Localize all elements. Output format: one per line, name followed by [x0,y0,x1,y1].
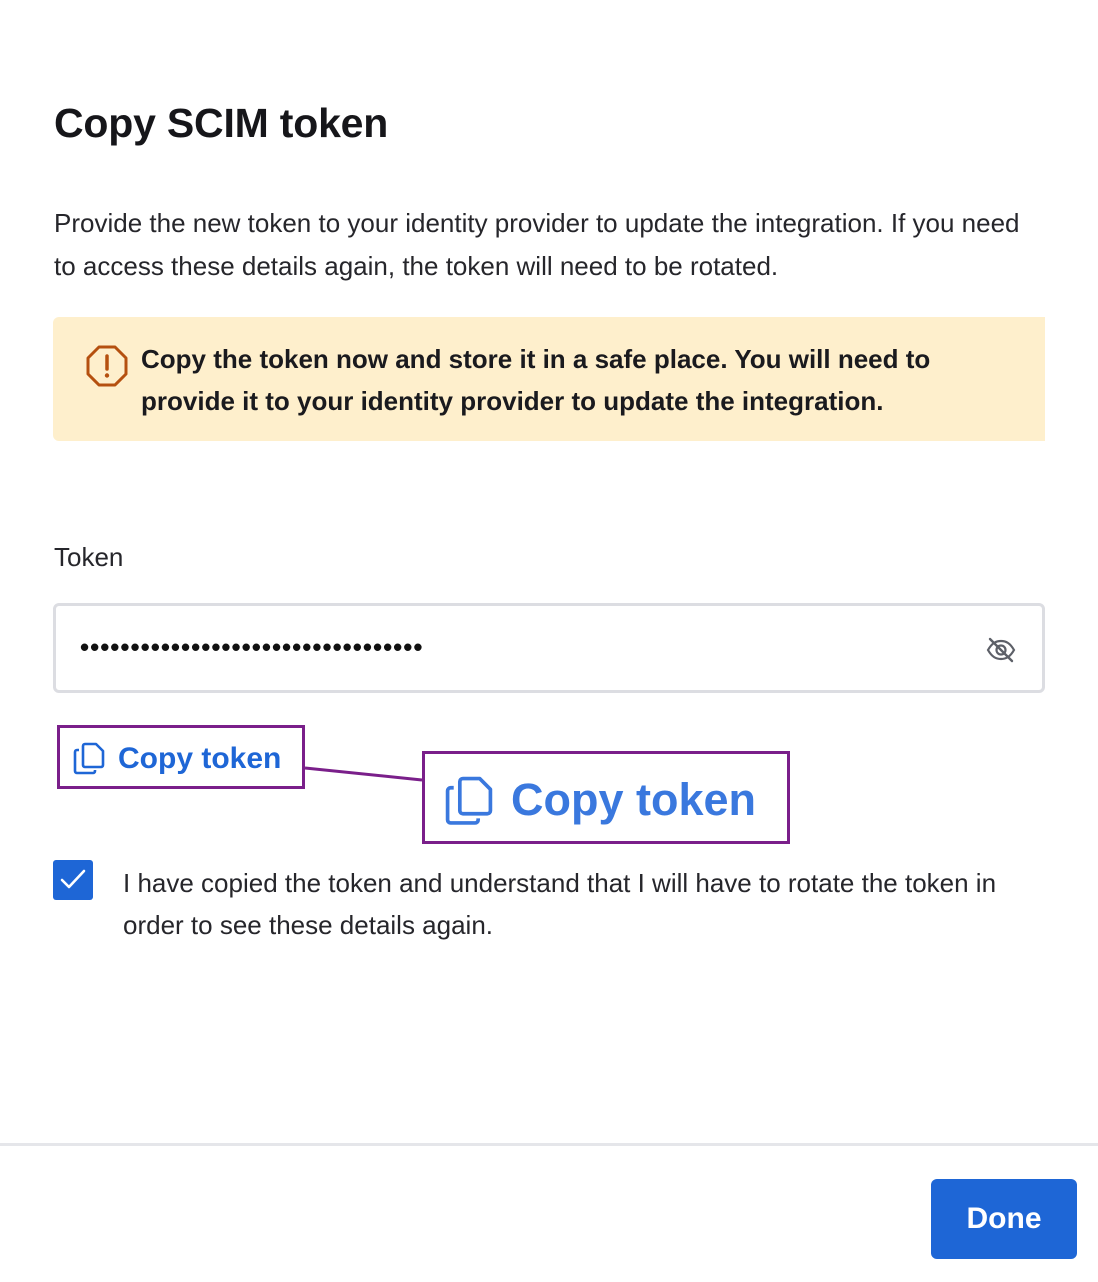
copy-scim-token-dialog: Copy SCIM token Provide the new token to… [0,0,1098,1282]
token-field-label: Token [54,542,124,572]
warning-banner: Copy the token now and store it in a saf… [53,317,1045,441]
callout-label: Copy token [511,774,757,825]
warning-text: Copy the token now and store it in a saf… [141,344,931,416]
acknowledge-label[interactable]: I have copied the token and understand t… [123,862,1023,946]
checkmark-icon [60,869,86,889]
copy-token-callout: Copy token [422,751,790,844]
copy-token-button[interactable]: Copy token [57,725,305,789]
token-masked-value: •••••••••••••••••••••••••••••••••• [80,632,424,662]
done-button[interactable]: Done [931,1179,1077,1259]
dialog-title: Copy SCIM token [54,100,389,146]
footer-divider [0,1143,1098,1146]
copy-icon [72,741,106,775]
copy-token-label: Copy token [118,742,282,775]
dialog-description: Provide the new token to your identity p… [54,208,1020,281]
eye-off-icon[interactable] [986,636,1016,664]
token-input[interactable]: •••••••••••••••••••••••••••••••••• [53,603,1045,693]
warning-octagon-icon [86,345,128,387]
copy-icon [443,774,495,826]
acknowledge-checkbox[interactable] [53,860,93,900]
